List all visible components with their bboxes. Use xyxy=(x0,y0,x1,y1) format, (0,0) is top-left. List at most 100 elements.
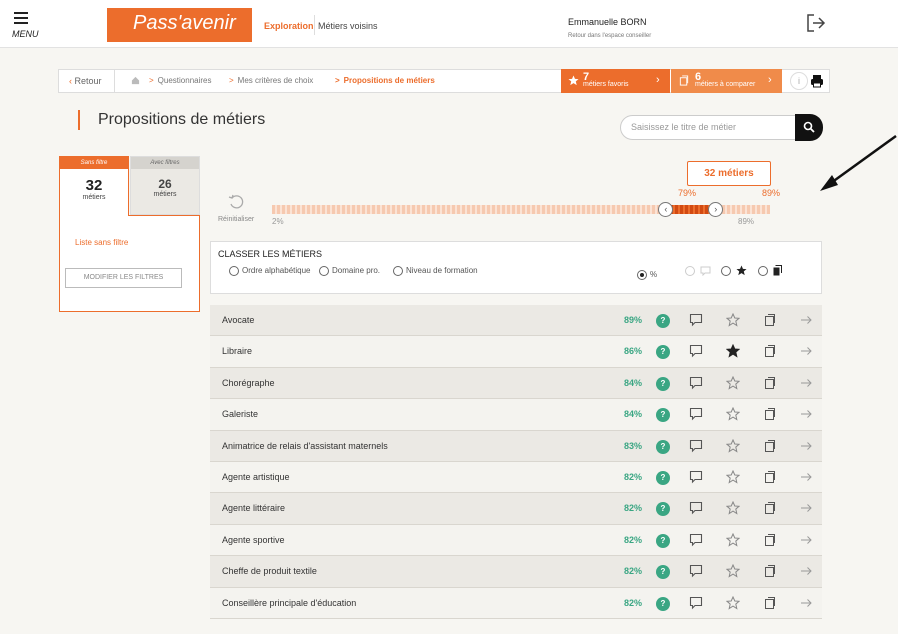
help-icon[interactable]: ? xyxy=(656,345,670,360)
job-name[interactable]: Libraire xyxy=(222,346,252,356)
help-icon[interactable]: ? xyxy=(656,314,670,328)
comment-icon[interactable] xyxy=(689,407,703,421)
favorite-star-icon[interactable] xyxy=(725,501,741,515)
arrow-right-icon[interactable] xyxy=(799,596,813,610)
logout-icon[interactable] xyxy=(805,12,827,34)
job-row[interactable]: Agente artistique 82%? xyxy=(210,461,822,494)
job-row[interactable]: Chorégraphe 84%? xyxy=(210,367,822,400)
favorites-button[interactable]: 7 métiers favoris › xyxy=(561,69,670,93)
job-name[interactable]: Galeriste xyxy=(222,409,258,419)
compare-icon[interactable] xyxy=(763,439,777,453)
menu-button[interactable]: MENU xyxy=(10,9,40,41)
arrow-right-icon[interactable] xyxy=(799,407,813,421)
compare-icon[interactable] xyxy=(763,344,777,358)
breadcrumb-criteres[interactable]: > Mes critères de choix xyxy=(229,70,313,92)
arrow-right-icon[interactable] xyxy=(799,501,813,515)
help-icon[interactable]: ? xyxy=(656,565,670,580)
sort-education-level[interactable]: Niveau de formation xyxy=(393,265,478,277)
slider-handle-low[interactable]: ‹ xyxy=(658,202,674,217)
arrow-right-icon[interactable] xyxy=(799,470,813,484)
back-button[interactable]: ‹ Retour xyxy=(59,70,115,92)
help-icon[interactable]: ? xyxy=(656,439,670,454)
favorite-star-icon[interactable] xyxy=(725,595,741,610)
modify-filters-button[interactable]: MODIFIER LES FILTRES xyxy=(65,268,182,288)
nav-metiers-voisins[interactable]: Métiers voisins xyxy=(318,21,378,31)
comment-icon[interactable] xyxy=(689,564,703,578)
compare-icon[interactable] xyxy=(763,501,777,515)
compare-icon[interactable] xyxy=(763,533,777,547)
breadcrumb-questionnaires[interactable]: > Questionnaires xyxy=(149,70,211,92)
job-name[interactable]: Animatrice de relais d'assistant materne… xyxy=(222,441,388,451)
help-icon[interactable]: ? xyxy=(656,408,670,423)
job-row[interactable]: Animatrice de relais d'assistant materne… xyxy=(210,430,822,462)
comment-icon[interactable] xyxy=(689,501,703,515)
job-name[interactable]: Chorégraphe xyxy=(222,378,275,388)
sort-favorites[interactable] xyxy=(721,265,747,277)
compare-icon[interactable] xyxy=(763,376,777,390)
favorite-star-icon[interactable] xyxy=(725,344,741,358)
sort-comments[interactable] xyxy=(685,265,711,277)
info-icon[interactable]: i xyxy=(790,72,808,90)
job-row[interactable]: Avocate 89%? xyxy=(210,305,822,337)
favorite-star-icon[interactable] xyxy=(725,532,741,547)
search-button[interactable] xyxy=(795,114,823,141)
job-name[interactable]: Cheffe de produit textile xyxy=(222,566,317,576)
sort-domain[interactable]: Domaine pro. xyxy=(319,265,380,277)
comment-icon[interactable] xyxy=(689,344,703,358)
home-icon[interactable] xyxy=(131,76,140,85)
compare-button[interactable]: 6 métiers à comparer › xyxy=(671,69,782,93)
help-icon[interactable]: ? xyxy=(656,502,670,517)
compare-icon[interactable] xyxy=(763,596,777,610)
help-icon[interactable]: ? xyxy=(656,533,670,548)
job-name[interactable]: Agente sportive xyxy=(222,535,285,545)
compare-icon[interactable] xyxy=(763,407,777,421)
search-input[interactable]: Saisissez le titre de métier xyxy=(620,115,796,140)
logo[interactable]: Pass'avenir xyxy=(107,8,252,42)
match-slider-track[interactable] xyxy=(272,205,770,214)
arrow-right-icon[interactable] xyxy=(799,439,813,453)
job-row[interactable]: Libraire 86%? xyxy=(210,336,822,368)
job-name[interactable]: Avocate xyxy=(222,315,254,325)
sort-alphabetical[interactable]: Ordre alphabétique xyxy=(229,265,311,277)
favorite-star-icon[interactable] xyxy=(725,438,741,453)
compare-icon[interactable] xyxy=(763,313,777,327)
help-icon[interactable]: ? xyxy=(656,470,670,485)
tab-avec-filtres[interactable]: Avec filtres 26 métiers xyxy=(130,156,200,215)
reset-icon[interactable] xyxy=(228,194,244,210)
comment-icon[interactable] xyxy=(689,439,703,453)
job-name[interactable]: Agente littéraire xyxy=(222,503,285,513)
job-row[interactable]: Agente sportive 82%? xyxy=(210,524,822,557)
arrow-right-icon[interactable] xyxy=(799,313,813,327)
job-name[interactable]: Agente artistique xyxy=(222,472,290,482)
nav-exploration[interactable]: Exploration xyxy=(264,21,314,31)
sort-percent[interactable]: % xyxy=(637,269,657,281)
job-row[interactable]: Galeriste 84%? xyxy=(210,399,822,431)
help-icon[interactable]: ? xyxy=(656,376,670,391)
print-icon[interactable] xyxy=(810,74,824,88)
job-row[interactable]: Cheffe de produit textile 82%? xyxy=(210,556,822,588)
favorite-star-icon[interactable] xyxy=(725,469,741,484)
favorite-star-icon[interactable] xyxy=(725,406,741,421)
sort-compare[interactable] xyxy=(758,265,783,277)
arrow-right-icon[interactable] xyxy=(799,344,813,358)
favorite-star-icon[interactable] xyxy=(725,563,741,578)
arrow-right-icon[interactable] xyxy=(799,376,813,390)
comment-icon[interactable] xyxy=(689,376,703,390)
back-to-counselor-link[interactable]: Retour dans l'espace conseiller xyxy=(568,33,651,39)
slider-handle-high[interactable]: › xyxy=(708,202,724,217)
comment-icon[interactable] xyxy=(689,313,703,327)
tab-sans-filtre[interactable]: Sans filtre 32 métiers xyxy=(59,156,129,216)
comment-icon[interactable] xyxy=(689,596,703,610)
reset-label[interactable]: Réinitialiser xyxy=(218,216,254,223)
favorite-star-icon[interactable] xyxy=(725,312,741,327)
compare-icon[interactable] xyxy=(763,470,777,484)
arrow-right-icon[interactable] xyxy=(799,533,813,547)
arrow-right-icon[interactable] xyxy=(799,564,813,578)
help-icon[interactable]: ? xyxy=(656,596,670,611)
job-row[interactable]: Conseillère principale d'éducation 82%? xyxy=(210,587,822,619)
favorite-star-icon[interactable] xyxy=(725,375,741,390)
job-row[interactable]: Agente littéraire 82%? xyxy=(210,493,822,525)
job-name[interactable]: Conseillère principale d'éducation xyxy=(222,598,356,608)
compare-icon[interactable] xyxy=(763,564,777,578)
comment-icon[interactable] xyxy=(689,533,703,547)
